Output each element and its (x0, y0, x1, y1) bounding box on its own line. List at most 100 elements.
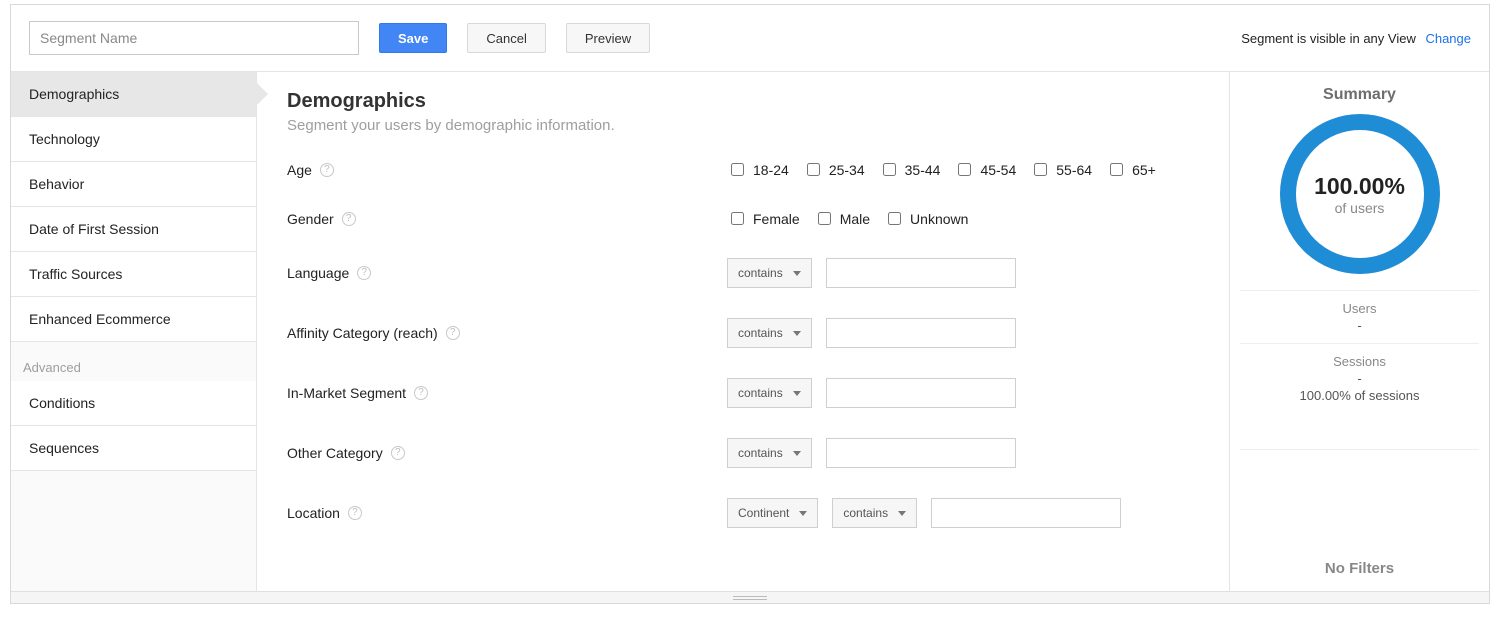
sidebar-item-enhanced-ecommerce[interactable]: Enhanced Ecommerce (11, 297, 256, 342)
help-icon[interactable]: ? (320, 163, 334, 177)
age-option-55-64[interactable]: 55-64 (1030, 160, 1092, 179)
metric-sessions-pct: 100.00% of sessions (1240, 388, 1479, 403)
row-other-category: Other Category ? contains (287, 438, 1199, 468)
row-in-market: In-Market Segment ? contains (287, 378, 1199, 408)
resize-handle[interactable] (11, 591, 1489, 603)
label-text: Language (287, 265, 349, 281)
chevron-down-icon (799, 511, 807, 516)
sidebar-item-label: Date of First Session (29, 221, 159, 237)
affinity-value-input[interactable] (826, 318, 1016, 348)
help-icon[interactable]: ? (446, 326, 460, 340)
sidebar-item-date-first-session[interactable]: Date of First Session (11, 207, 256, 252)
age-option-25-34[interactable]: 25-34 (803, 160, 865, 179)
help-icon[interactable]: ? (357, 266, 371, 280)
cancel-button[interactable]: Cancel (467, 23, 545, 53)
row-age: Age ? 18-24 25-34 35-44 45-54 55-64 65+ (287, 160, 1199, 179)
row-location: Location ? Continent contains (287, 498, 1199, 528)
in-market-value-input[interactable] (826, 378, 1016, 408)
sidebar-item-label: Demographics (29, 86, 119, 102)
chevron-down-icon (793, 451, 801, 456)
gender-options: Female Male Unknown (727, 209, 968, 228)
sidebar-item-conditions[interactable]: Conditions (11, 381, 256, 426)
label-text: Age (287, 162, 312, 178)
page-title: Demographics (287, 90, 1199, 113)
donut-caption: of users (1335, 200, 1385, 216)
row-affinity: Affinity Category (reach) ? contains (287, 318, 1199, 348)
metric-value: - (1240, 318, 1479, 333)
main-form: Demographics Segment your users by demog… (257, 72, 1229, 591)
location-value-input[interactable] (931, 498, 1121, 528)
preview-button[interactable]: Preview (566, 23, 650, 53)
body: Demographics Technology Behavior Date of… (11, 71, 1489, 591)
sidebar-item-demographics[interactable]: Demographics (11, 72, 256, 117)
segment-visibility: Segment is visible in any View Change (1241, 31, 1471, 46)
chevron-down-icon (793, 331, 801, 336)
donut-percent: 100.00% (1314, 173, 1405, 200)
label-in-market: In-Market Segment ? (287, 385, 727, 401)
gender-option-unknown[interactable]: Unknown (884, 209, 968, 228)
sidebar-group-advanced: Advanced (11, 342, 256, 381)
grip-icon (733, 596, 767, 600)
help-icon[interactable]: ? (342, 212, 356, 226)
in-market-controls: contains (727, 378, 1016, 408)
label-age: Age ? (287, 162, 727, 178)
row-language: Language ? contains (287, 258, 1199, 288)
help-icon[interactable]: ? (348, 506, 362, 520)
chevron-down-icon (898, 511, 906, 516)
sidebar-item-traffic-sources[interactable]: Traffic Sources (11, 252, 256, 297)
chevron-down-icon (793, 391, 801, 396)
sidebar-item-label: Enhanced Ecommerce (29, 311, 171, 327)
metric-label: Sessions (1240, 354, 1479, 369)
age-option-65-plus[interactable]: 65+ (1106, 160, 1156, 179)
visibility-text: Segment is visible in any View (1241, 31, 1416, 46)
metric-sessions: Sessions - 100.00% of sessions (1240, 343, 1479, 413)
help-icon[interactable]: ? (391, 446, 405, 460)
sidebar-item-sequences[interactable]: Sequences (11, 426, 256, 471)
sidebar-item-label: Technology (29, 131, 100, 147)
other-category-value-input[interactable] (826, 438, 1016, 468)
summary-donut-chart: 100.00% of users (1280, 114, 1440, 274)
segment-name-input[interactable] (29, 21, 359, 55)
sidebar-item-label: Traffic Sources (29, 266, 122, 282)
sidebar-item-technology[interactable]: Technology (11, 117, 256, 162)
age-option-18-24[interactable]: 18-24 (727, 160, 789, 179)
age-option-45-54[interactable]: 45-54 (954, 160, 1016, 179)
no-filters-label: No Filters (1240, 449, 1479, 577)
affinity-controls: contains (727, 318, 1016, 348)
label-gender: Gender ? (287, 211, 727, 227)
top-bar: Save Cancel Preview Segment is visible i… (11, 5, 1489, 71)
metric-users: Users - (1240, 290, 1479, 343)
page-subtitle: Segment your users by demographic inform… (287, 117, 1199, 134)
save-button[interactable]: Save (379, 23, 447, 53)
affinity-operator-select[interactable]: contains (727, 318, 812, 348)
segment-builder-panel: Save Cancel Preview Segment is visible i… (10, 4, 1490, 604)
change-visibility-link[interactable]: Change (1425, 31, 1471, 46)
other-category-operator-select[interactable]: contains (727, 438, 812, 468)
location-scope-select[interactable]: Continent (727, 498, 818, 528)
age-option-35-44[interactable]: 35-44 (879, 160, 941, 179)
sidebar-item-label: Behavior (29, 176, 84, 192)
label-language: Language ? (287, 265, 727, 281)
label-text: Location (287, 505, 340, 521)
sidebar-item-behavior[interactable]: Behavior (11, 162, 256, 207)
other-category-controls: contains (727, 438, 1016, 468)
help-icon[interactable]: ? (414, 386, 428, 400)
language-operator-select[interactable]: contains (727, 258, 812, 288)
location-operator-select[interactable]: contains (832, 498, 917, 528)
label-text: In-Market Segment (287, 385, 406, 401)
sidebar-item-label: Sequences (29, 440, 99, 456)
language-value-input[interactable] (826, 258, 1016, 288)
gender-option-female[interactable]: Female (727, 209, 800, 228)
gender-option-male[interactable]: Male (814, 209, 870, 228)
label-text: Other Category (287, 445, 383, 461)
location-controls: Continent contains (727, 498, 1121, 528)
age-options: 18-24 25-34 35-44 45-54 55-64 65+ (727, 160, 1156, 179)
in-market-operator-select[interactable]: contains (727, 378, 812, 408)
label-text: Gender (287, 211, 334, 227)
metric-label: Users (1240, 301, 1479, 316)
label-text: Affinity Category (reach) (287, 325, 438, 341)
language-controls: contains (727, 258, 1016, 288)
chevron-down-icon (793, 271, 801, 276)
label-location: Location ? (287, 505, 727, 521)
sidebar-item-label: Conditions (29, 395, 95, 411)
